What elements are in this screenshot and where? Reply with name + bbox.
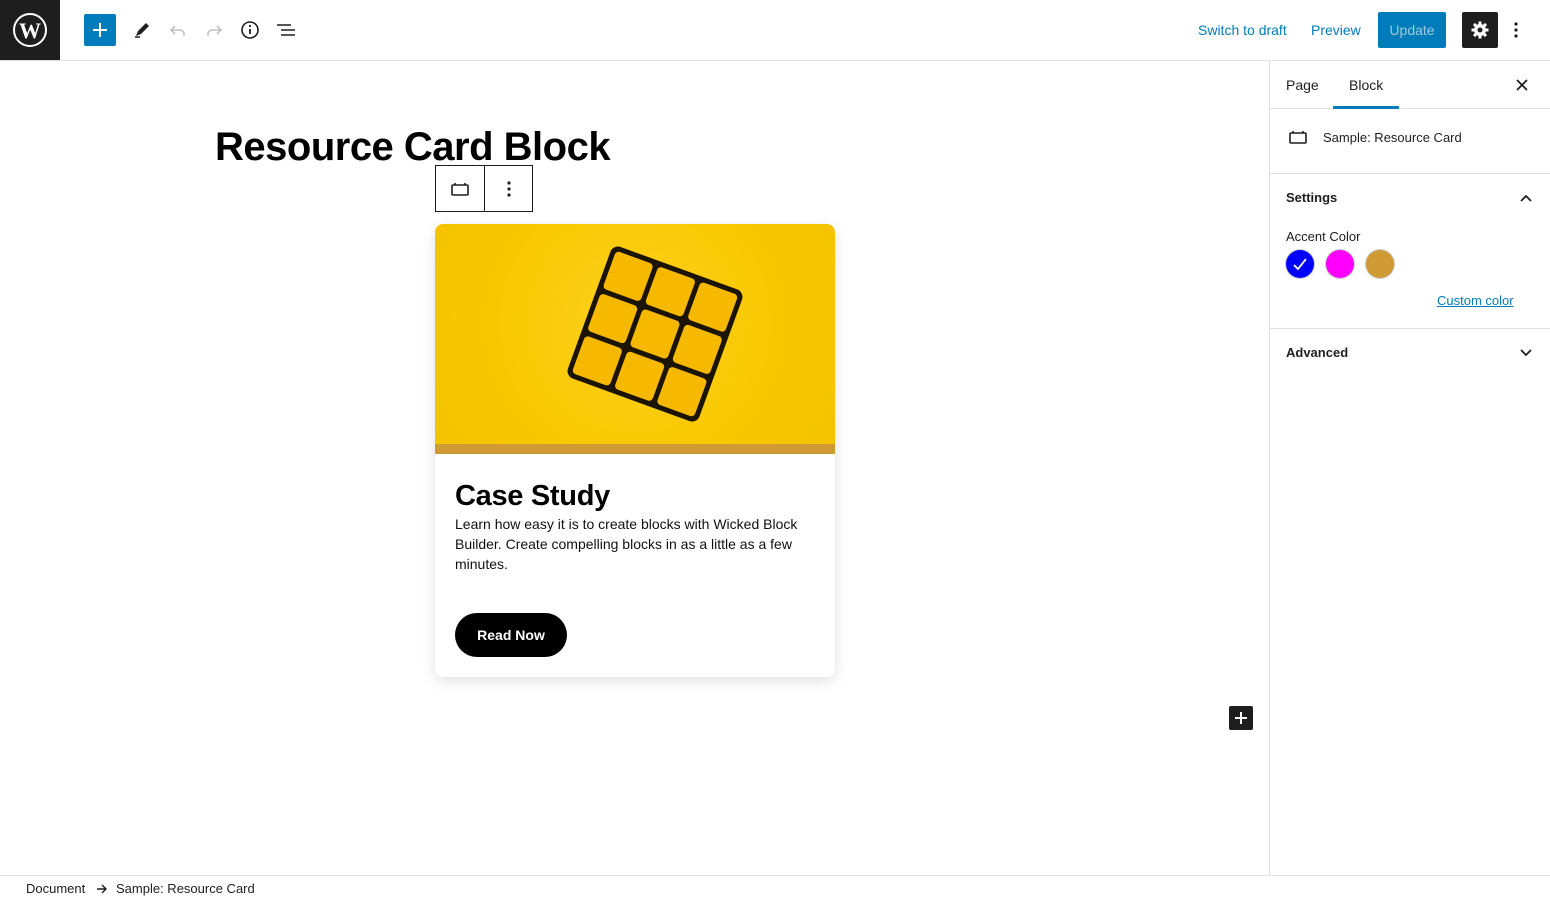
rubiks-cube-icon: [567, 246, 743, 422]
block-options-button[interactable]: [484, 166, 532, 211]
block-toolbar: [435, 165, 533, 212]
close-sidebar-button[interactable]: [1510, 73, 1534, 97]
advanced-panel-toggle[interactable]: Advanced: [1270, 328, 1550, 378]
close-icon: [1516, 79, 1528, 91]
svg-text:W: W: [19, 18, 41, 43]
card-block-icon: [451, 182, 469, 196]
advanced-panel-title: Advanced: [1286, 345, 1349, 360]
checkmark-icon: [1293, 258, 1307, 271]
vertical-ellipsis-icon: [506, 180, 511, 197]
wordpress-logo-icon[interactable]: W: [0, 0, 60, 60]
chevron-down-icon: [1514, 341, 1538, 365]
page-title[interactable]: Resource Card Block: [215, 125, 611, 170]
details-button[interactable]: [234, 12, 266, 48]
plus-icon: [93, 23, 107, 37]
editor-canvas[interactable]: Resource Card Block Case Study Learn how…: [0, 61, 1269, 875]
redo-icon: [207, 25, 223, 36]
read-now-button[interactable]: Read Now: [455, 613, 567, 657]
resource-card[interactable]: Case Study Learn how easy it is to creat…: [435, 224, 835, 677]
card-image[interactable]: [435, 224, 835, 444]
color-swatch-magenta[interactable]: [1326, 250, 1354, 278]
color-swatch-blue[interactable]: [1286, 250, 1314, 278]
arrow-right-icon: [97, 884, 107, 894]
append-block-button[interactable]: [1229, 706, 1253, 730]
settings-panel-toggle[interactable]: Settings: [1270, 173, 1550, 223]
accent-color-label: Accent Color: [1286, 229, 1361, 244]
info-icon: [241, 21, 259, 39]
card-block-icon: [1289, 131, 1307, 144]
switch-to-draft-button[interactable]: Switch to draft: [1198, 0, 1287, 60]
editor-header: W Switch to draft Preview Update: [0, 0, 1550, 61]
undo-icon: [169, 25, 185, 36]
update-button[interactable]: Update: [1378, 12, 1446, 48]
more-options-button[interactable]: [1504, 12, 1528, 48]
block-name: Sample: Resource Card: [1323, 130, 1462, 145]
redo-button[interactable]: [198, 12, 230, 48]
undo-button[interactable]: [162, 12, 194, 48]
tab-block[interactable]: Block: [1333, 61, 1400, 109]
breadcrumb-block[interactable]: Sample: Resource Card: [116, 881, 255, 896]
pencil-icon: [135, 23, 149, 38]
settings-panel-title: Settings: [1286, 190, 1338, 205]
settings-sidebar: Page Block Sample: Resource Card Setting…: [1269, 61, 1550, 875]
card-body-text[interactable]: Learn how easy it is to create blocks wi…: [455, 514, 820, 574]
custom-color-link[interactable]: Custom color: [1437, 293, 1514, 308]
add-block-button[interactable]: [84, 14, 116, 46]
preview-button[interactable]: Preview: [1311, 0, 1361, 60]
sidebar-tabs: Page Block: [1270, 61, 1550, 109]
list-view-icon: [277, 24, 295, 36]
card-accent-bar: [435, 444, 835, 454]
edit-tools-button[interactable]: [126, 12, 158, 48]
breadcrumb-document[interactable]: Document: [26, 881, 85, 896]
card-heading[interactable]: Case Study: [455, 480, 610, 513]
tab-page[interactable]: Page: [1270, 61, 1335, 109]
block-type-button[interactable]: [436, 166, 484, 211]
block-card: Sample: Resource Card: [1270, 109, 1550, 174]
chevron-up-icon: [1514, 186, 1538, 210]
gear-icon: [1471, 21, 1489, 39]
list-view-button[interactable]: [270, 12, 302, 48]
breadcrumb: Document Sample: Resource Card: [0, 875, 1550, 900]
vertical-ellipsis-icon: [1514, 22, 1518, 38]
settings-button[interactable]: [1462, 12, 1498, 48]
plus-icon: [1235, 712, 1247, 724]
color-swatch-gold[interactable]: [1366, 250, 1394, 278]
